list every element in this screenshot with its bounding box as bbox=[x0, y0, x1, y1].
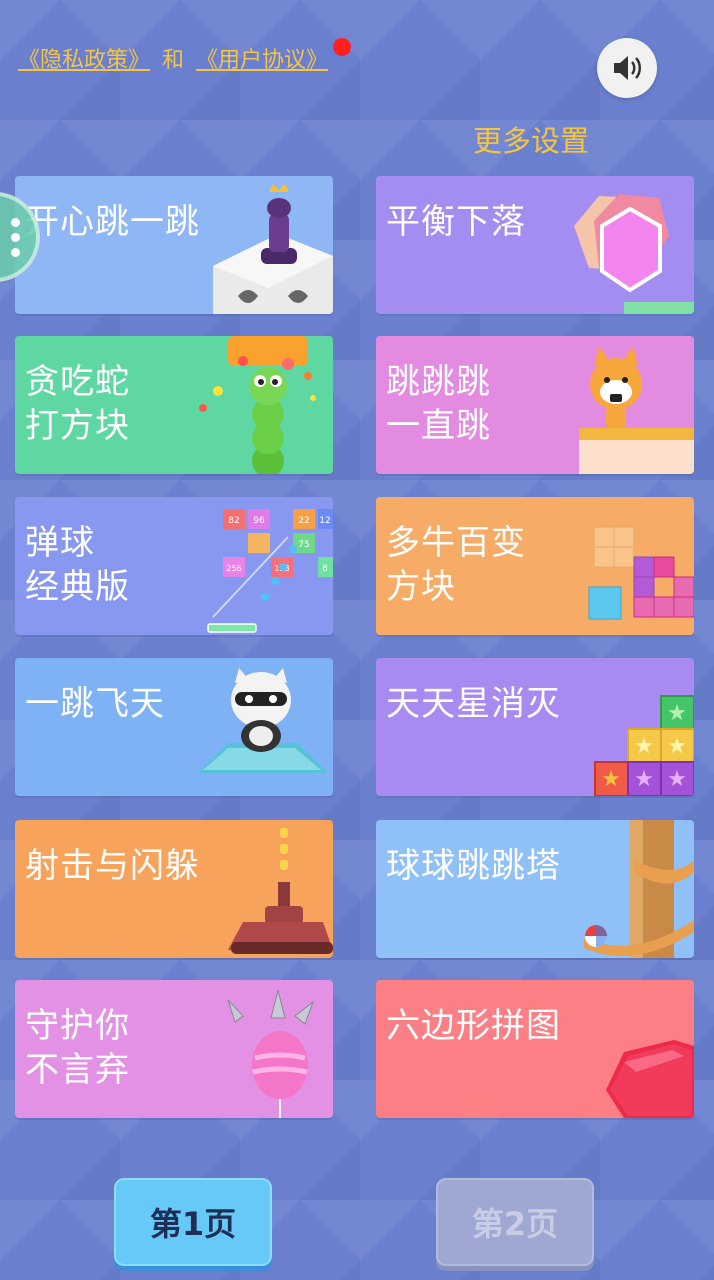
game-card-3[interactable]: 贪吃蛇 打方块 bbox=[15, 336, 333, 474]
brick-label: 22 bbox=[298, 516, 309, 526]
game-card-5[interactable]: 弹球 经典版 82 96 22 12 8 75 256 123 bbox=[15, 497, 333, 635]
brick-label: 256 bbox=[226, 564, 241, 573]
chess-piece-illustration bbox=[213, 184, 333, 314]
game-title: 平衡下落 bbox=[386, 202, 526, 242]
game-title: 射击与闪躲 bbox=[25, 846, 200, 886]
dot-icon bbox=[11, 232, 20, 242]
game-card-8[interactable]: 天天星消灭 ★ ★ ★ ★ ★ ★ bbox=[376, 658, 694, 796]
brick-label: 96 bbox=[253, 516, 265, 526]
game-title: 弹球 经典版 bbox=[25, 523, 130, 607]
game-title: 多牛百变 方块 bbox=[386, 523, 526, 607]
user-agreement-link[interactable]: 《用户协议》 bbox=[196, 42, 328, 74]
hexagon-illustration bbox=[606, 1040, 694, 1118]
game-title: 开心跳一跳 bbox=[25, 202, 200, 242]
game-title: 天天星消灭 bbox=[386, 684, 561, 724]
game-title: 一跳飞天 bbox=[25, 684, 165, 724]
game-card-7[interactable]: 一跳飞天 bbox=[15, 658, 333, 796]
game-title: 球球跳跳塔 bbox=[386, 846, 561, 886]
policy-links: 《隐私政策》 和 《用户协议》 bbox=[18, 42, 328, 74]
more-settings-link[interactable]: 更多设置 bbox=[473, 118, 589, 160]
notification-dot bbox=[333, 38, 351, 56]
game-card-12[interactable]: 六边形拼图 bbox=[376, 980, 694, 1118]
game-title: 守护你 不言弃 bbox=[25, 1006, 130, 1090]
and-text: 和 bbox=[162, 48, 185, 73]
svg-text:★: ★ bbox=[667, 701, 687, 726]
hexagon-stack-illustration bbox=[574, 194, 694, 314]
raccoon-illustration bbox=[198, 668, 328, 773]
balloon-illustration bbox=[227, 989, 315, 1118]
dot-icon bbox=[11, 217, 20, 227]
tetris-blocks-illustration bbox=[588, 526, 694, 620]
svg-text:★: ★ bbox=[634, 734, 654, 759]
svg-text:★: ★ bbox=[601, 767, 621, 792]
snake-illustration bbox=[199, 336, 316, 474]
tank-illustration bbox=[228, 828, 333, 954]
helix-tower-illustration bbox=[584, 820, 694, 958]
svg-text:★: ★ bbox=[667, 767, 687, 792]
privacy-policy-link[interactable]: 《隐私政策》 bbox=[18, 42, 150, 74]
game-card-4[interactable]: 跳跳跳 一直跳 bbox=[376, 336, 694, 474]
game-card-2[interactable]: 平衡下落 bbox=[376, 176, 694, 314]
dot-icon bbox=[11, 247, 20, 257]
game-card-1[interactable]: 开心跳一跳 bbox=[15, 176, 333, 314]
brick-label: 75 bbox=[298, 540, 309, 550]
brick-label: 8 bbox=[322, 564, 328, 574]
game-card-11[interactable]: 守护你 不言弃 bbox=[15, 980, 333, 1118]
game-card-10[interactable]: 球球跳跳塔 bbox=[376, 820, 694, 958]
brick-label: 82 bbox=[228, 516, 239, 526]
brick-breaker-illustration: 82 96 22 12 8 75 256 123 bbox=[207, 509, 333, 633]
game-title: 贪吃蛇 打方块 bbox=[25, 362, 130, 446]
speaker-icon bbox=[614, 56, 641, 80]
brick-label: 12 bbox=[319, 516, 330, 526]
page-1-button[interactable]: 第1页 bbox=[114, 1178, 272, 1266]
star-blocks-illustration: ★ ★ ★ ★ ★ ★ bbox=[594, 695, 694, 796]
svg-text:★: ★ bbox=[667, 734, 687, 759]
game-title: 跳跳跳 一直跳 bbox=[386, 362, 491, 446]
svg-text:★: ★ bbox=[634, 767, 654, 792]
game-title: 六边形拼图 bbox=[386, 1006, 561, 1046]
game-card-9[interactable]: 射击与闪躲 bbox=[15, 820, 333, 958]
page-2-button[interactable]: 第2页 bbox=[436, 1178, 594, 1266]
sound-toggle-button[interactable] bbox=[597, 38, 657, 98]
game-card-6[interactable]: 多牛百变 方块 bbox=[376, 497, 694, 635]
fox-illustration bbox=[579, 346, 694, 474]
